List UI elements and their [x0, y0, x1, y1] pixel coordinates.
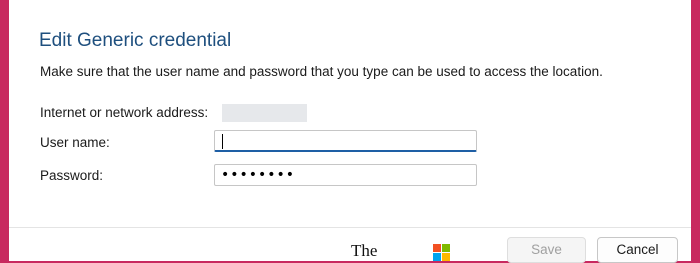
save-button[interactable]: Save — [507, 237, 586, 263]
username-input[interactable] — [214, 130, 477, 152]
address-value-redacted — [222, 104, 307, 122]
windows-logo-icon — [433, 244, 451, 262]
password-mask: •••••••• — [221, 167, 296, 183]
dialog-title: Edit Generic credential — [39, 30, 232, 51]
address-label: Internet or network address: — [40, 105, 209, 120]
watermark-text: The — [351, 241, 378, 260]
password-label: Password: — [40, 168, 104, 183]
username-label: User name: — [40, 135, 110, 150]
edit-credential-dialog: Edit Generic credential Make sure that t… — [9, 0, 691, 261]
dialog-description: Make sure that the user name and passwor… — [40, 64, 603, 79]
password-input[interactable]: •••••••• — [214, 164, 477, 186]
cancel-button[interactable]: Cancel — [597, 237, 678, 263]
text-caret — [222, 134, 223, 149]
dialog-footer — [9, 227, 691, 261]
